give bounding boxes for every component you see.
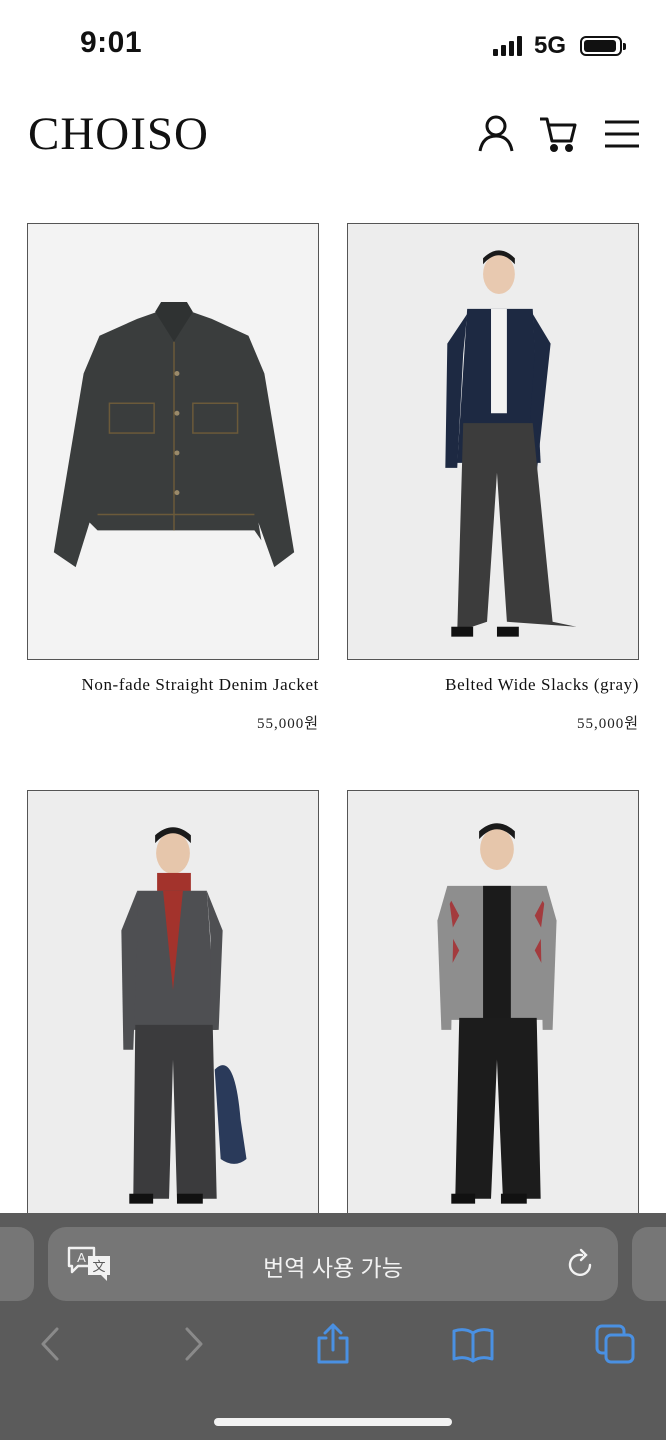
battery-icon xyxy=(580,36,626,56)
product-image[interactable] xyxy=(347,223,639,660)
network-label: 5G xyxy=(533,32,566,59)
browser-toolbar: A 文 번역 사용 가능 xyxy=(0,1213,666,1440)
status-indicators: 5G xyxy=(492,32,626,60)
share-icon[interactable] xyxy=(312,1323,354,1365)
site-logo[interactable]: CHOISO xyxy=(28,107,209,161)
address-text: 번역 사용 가능 xyxy=(263,1255,403,1281)
next-tab-preview[interactable] xyxy=(632,1227,666,1301)
home-indicator xyxy=(214,1418,452,1426)
signal-icon xyxy=(492,36,522,56)
tabs-icon[interactable] xyxy=(594,1323,636,1365)
product-image[interactable] xyxy=(27,223,319,660)
menu-icon[interactable] xyxy=(602,113,642,153)
user-icon[interactable] xyxy=(476,113,516,153)
product-price: 55,000원 xyxy=(256,716,319,732)
forward-icon[interactable] xyxy=(172,1323,214,1365)
product-price: 55,000원 xyxy=(576,716,639,732)
address-bar[interactable]: A 文 번역 사용 가능 xyxy=(48,1227,618,1301)
cart-icon[interactable] xyxy=(538,113,578,153)
bookmarks-icon[interactable] xyxy=(452,1323,494,1365)
status-time: 9:01 xyxy=(80,26,143,59)
product-card[interactable]: Non-fade Straight Denim Jacket 55,000원 xyxy=(27,223,319,732)
product-image[interactable] xyxy=(347,790,639,1227)
product-card[interactable]: Belted Wide Slacks (gray) 55,000원 xyxy=(347,223,639,732)
product-card[interactable] xyxy=(27,790,319,1227)
product-image[interactable] xyxy=(27,790,319,1227)
reload-icon[interactable] xyxy=(564,1248,596,1280)
status-bar: 9:01 5G xyxy=(0,0,666,90)
back-icon[interactable] xyxy=(30,1323,72,1365)
site-header: CHOISO xyxy=(0,95,666,175)
product-card[interactable] xyxy=(347,790,639,1227)
product-name[interactable]: Non-fade Straight Denim Jacket xyxy=(81,675,319,695)
product-name[interactable]: Belted Wide Slacks (gray) xyxy=(445,675,639,695)
previous-tab-preview[interactable] xyxy=(0,1227,34,1301)
